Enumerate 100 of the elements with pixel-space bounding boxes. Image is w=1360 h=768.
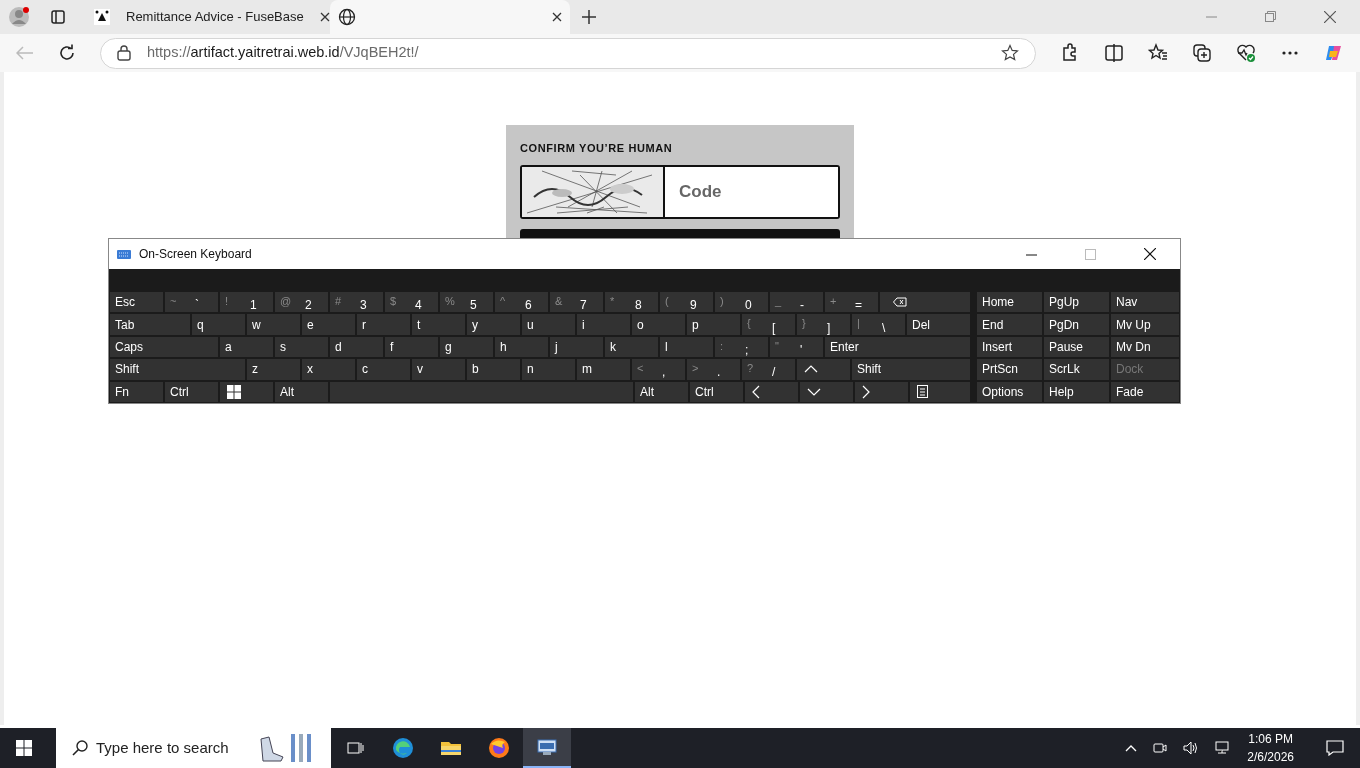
browser-tab[interactable]: Remittance Advice - FuseBase <box>86 0 326 34</box>
keyboard-key[interactable]: < , <box>631 358 686 381</box>
keyboard-key[interactable]: $ 4 <box>384 291 439 314</box>
windows-start-icon[interactable] <box>16 740 32 756</box>
keyboard-key[interactable]: Del <box>906 313 971 336</box>
keyboard-key[interactable]: : ; <box>714 335 769 359</box>
keyboard-key[interactable]: ( 9 <box>659 291 714 314</box>
keyboard-key[interactable]: { [ <box>741 313 796 336</box>
collections-icon[interactable] <box>1192 43 1212 63</box>
keyboard-key[interactable]: Insert <box>976 335 1043 359</box>
keyboard-key[interactable]: ? / <box>741 358 796 381</box>
address-bar[interactable]: https://artifact.yaitretrai.web.id/VJqBEH2t!/ <box>100 37 1036 69</box>
volume-icon[interactable] <box>1183 741 1200 755</box>
keyboard-key[interactable]: l <box>659 335 714 359</box>
keyboard-key[interactable]: k <box>604 335 659 359</box>
keyboard-key[interactable]: " ' <box>769 335 824 359</box>
keyboard-key[interactable]: Enter <box>824 335 971 359</box>
keyboard-key[interactable]: Nav <box>1110 291 1180 314</box>
keyboard-key[interactable]: * 8 <box>604 291 659 314</box>
keyboard-key[interactable]: + = <box>824 291 879 314</box>
keyboard-key[interactable] <box>879 291 971 314</box>
close-icon[interactable] <box>1144 248 1156 260</box>
keyboard-key[interactable]: z <box>246 358 301 381</box>
keyboard-key[interactable]: Esc <box>109 291 164 314</box>
keyboard-key[interactable]: h <box>494 335 549 359</box>
taskbar-app[interactable] <box>523 728 571 768</box>
taskbar-search[interactable]: Type here to search <box>56 728 331 768</box>
clock-time[interactable]: 1:06 PM <box>1248 730 1293 748</box>
keyboard-key[interactable]: @ 2 <box>274 291 329 314</box>
profile-avatar[interactable] <box>8 6 30 28</box>
keyboard-key[interactable]: Help <box>1043 380 1110 403</box>
keyboard-key[interactable] <box>909 380 971 403</box>
keyboard-key[interactable]: _ - <box>769 291 824 314</box>
new-tab-icon[interactable] <box>582 10 596 24</box>
keyboard-key[interactable]: p <box>686 313 741 336</box>
favorites-icon[interactable] <box>1148 43 1168 63</box>
keyboard-key[interactable]: } ] <box>796 313 851 336</box>
keyboard-key[interactable]: j <box>549 335 604 359</box>
keyboard-key[interactable]: % 5 <box>439 291 494 314</box>
keyboard-key[interactable]: f <box>384 335 439 359</box>
keyboard-key[interactable]: u <box>521 313 576 336</box>
keyboard-key[interactable]: y <box>466 313 521 336</box>
keyboard-key[interactable]: s <box>274 335 329 359</box>
clock-date[interactable]: 2/6/2026 <box>1247 748 1294 766</box>
network-icon[interactable] <box>1215 741 1232 755</box>
keyboard-key[interactable]: c <box>356 358 411 381</box>
restore-icon[interactable] <box>1265 11 1276 23</box>
keyboard-key[interactable]: x <box>301 358 356 381</box>
split-screen-icon[interactable] <box>1104 43 1124 63</box>
keyboard-key[interactable]: q <box>191 313 246 336</box>
keyboard-key[interactable]: Shift <box>851 358 971 381</box>
copilot-icon[interactable] <box>1324 43 1344 63</box>
keyboard-key[interactable]: e <box>301 313 356 336</box>
health-icon[interactable] <box>1236 43 1256 63</box>
refresh-icon[interactable] <box>58 44 76 62</box>
keyboard-key[interactable]: PrtScn <box>976 358 1043 381</box>
close-icon[interactable] <box>319 12 330 22</box>
keyboard-key[interactable]: Options <box>976 380 1043 403</box>
keyboard-key[interactable]: Fade <box>1110 380 1180 403</box>
keyboard-key[interactable]: d <box>329 335 384 359</box>
close-icon[interactable] <box>552 12 562 22</box>
keyboard-key[interactable]: Alt <box>634 380 689 403</box>
keyboard-key[interactable]: > . <box>686 358 741 381</box>
keyboard-key[interactable]: t <box>411 313 466 336</box>
keyboard-key[interactable]: i <box>576 313 631 336</box>
keyboard-key[interactable]: | \ <box>851 313 906 336</box>
keyboard-key[interactable]: v <box>411 358 466 381</box>
notifications-icon[interactable] <box>1326 740 1344 756</box>
keyboard-key[interactable]: Mv Up <box>1110 313 1180 336</box>
keyboard-key[interactable]: Home <box>976 291 1043 314</box>
tab-actions-icon[interactable] <box>50 9 66 25</box>
keyboard-key[interactable]: w <box>246 313 301 336</box>
keyboard-key[interactable]: Ctrl <box>164 380 219 403</box>
keyboard-key[interactable]: ScrLk <box>1043 358 1110 381</box>
keyboard-key[interactable]: g <box>439 335 494 359</box>
keyboard-key[interactable]: b <box>466 358 521 381</box>
keyboard-key[interactable]: a <box>219 335 274 359</box>
keyboard-key[interactable]: Ctrl <box>689 380 744 403</box>
keyboard-key[interactable]: m <box>576 358 631 381</box>
keyboard-key[interactable]: Mv Dn <box>1110 335 1180 359</box>
keyboard-key[interactable]: PgDn <box>1043 313 1110 336</box>
keyboard-key[interactable] <box>219 380 274 403</box>
camera-icon[interactable] <box>1153 741 1168 755</box>
keyboard-key[interactable]: Tab <box>109 313 191 336</box>
keyboard-key[interactable]: Alt <box>274 380 329 403</box>
keyboard-key[interactable]: Fn <box>109 380 164 403</box>
keyboard-key[interactable]: o <box>631 313 686 336</box>
keyboard-key[interactable]: Caps <box>109 335 219 359</box>
keyboard-key[interactable]: ~ ` <box>164 291 219 314</box>
keyboard-key[interactable]: n <box>521 358 576 381</box>
chevron-up-icon[interactable] <box>1125 744 1138 752</box>
keyboard-key[interactable]: & 7 <box>549 291 604 314</box>
keyboard-key[interactable]: Pause <box>1043 335 1110 359</box>
keyboard-key[interactable]: r <box>356 313 411 336</box>
star-icon[interactable] <box>1001 44 1019 62</box>
keyboard-key[interactable]: PgUp <box>1043 291 1110 314</box>
keyboard-key[interactable]: ^ 6 <box>494 291 549 314</box>
keyboard-key[interactable]: ! 1 <box>219 291 274 314</box>
keyboard-key[interactable]: Shift <box>109 358 246 381</box>
keyboard-key[interactable]: # 3 <box>329 291 384 314</box>
